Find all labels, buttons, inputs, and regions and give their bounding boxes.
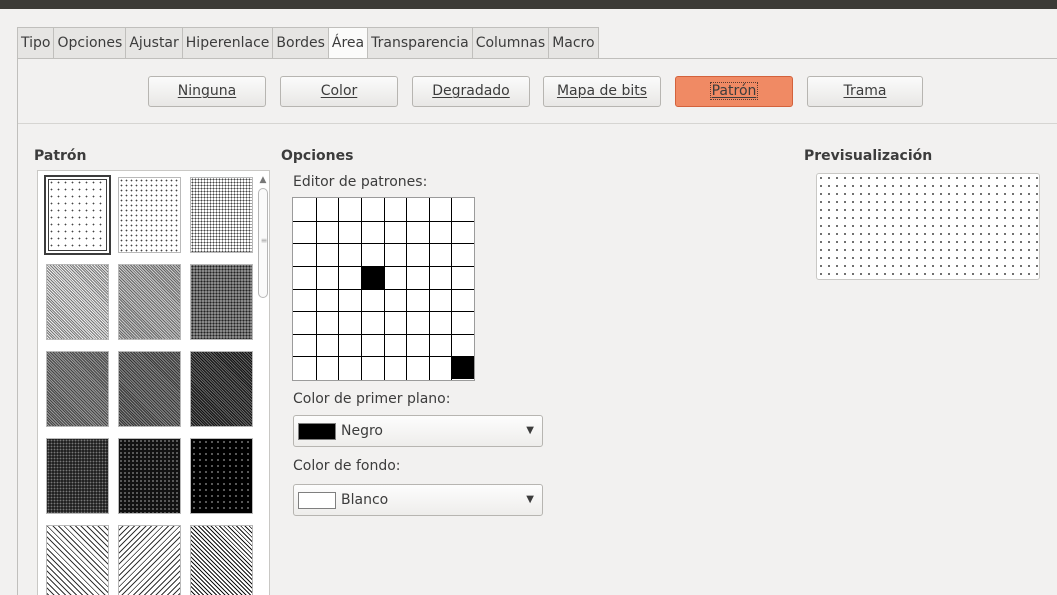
fill-hatch-button[interactable]: Trama	[807, 76, 923, 107]
pattern-swatch[interactable]	[46, 438, 109, 514]
grid-line	[293, 356, 474, 358]
pattern-swatch[interactable]	[46, 351, 109, 427]
pattern-cell-filled[interactable]	[451, 356, 474, 379]
pattern-editor-grid[interactable]	[292, 197, 475, 381]
grip-icon: ≡	[260, 236, 268, 245]
pattern-editor-label: Editor de patrones:	[293, 174, 428, 190]
pattern-swatch[interactable]	[44, 175, 111, 255]
fill-color-button[interactable]: Color	[280, 76, 398, 107]
fill-pattern-button[interactable]: Patrón	[675, 76, 793, 107]
foreground-color-label: Color de primer plano:	[293, 391, 451, 407]
pattern-swatch[interactable]	[118, 438, 181, 514]
grid-line	[293, 311, 474, 313]
pattern-swatch[interactable]	[118, 264, 181, 340]
tab-ajustar[interactable]: Ajustar	[125, 27, 183, 58]
background-color-label: Color de fondo:	[293, 458, 401, 474]
grid-line	[428, 198, 430, 380]
pattern-heading: Patrón	[34, 148, 87, 164]
foreground-color-swatch	[298, 423, 336, 440]
grid-line	[406, 198, 408, 380]
tab-area[interactable]: Área	[327, 27, 369, 59]
preview-heading: Previsualización	[804, 148, 933, 164]
pattern-swatch[interactable]	[190, 177, 253, 253]
tab-transparencia[interactable]: Transparencia	[367, 27, 473, 58]
foreground-color-value: Negro	[341, 423, 383, 439]
tab-bar: Tipo Opciones Ajustar Hiperenlace Bordes…	[17, 27, 599, 59]
tab-columnas[interactable]: Columnas	[471, 27, 550, 58]
grid-line	[451, 198, 453, 380]
pattern-swatch[interactable]	[190, 438, 253, 514]
pattern-swatch[interactable]	[118, 525, 181, 595]
fill-none-label: Ninguna	[177, 83, 237, 99]
foreground-color-select[interactable]: Negro ▼	[293, 415, 543, 447]
fill-color-label: Color	[320, 83, 358, 99]
fill-gradient-label: Degradado	[432, 83, 510, 99]
chevron-down-icon: ▼	[526, 425, 534, 436]
pattern-swatch[interactable]	[190, 525, 253, 595]
pattern-swatch[interactable]	[118, 177, 181, 253]
scroll-thumb[interactable]: ≡	[258, 188, 268, 298]
tab-bordes[interactable]: Bordes	[272, 27, 329, 58]
pattern-swatch[interactable]	[46, 525, 109, 595]
separator	[18, 123, 1057, 124]
pattern-swatch[interactable]	[46, 264, 109, 340]
options-heading: Opciones	[281, 148, 354, 164]
pattern-swatch[interactable]	[190, 351, 253, 427]
background-color-select[interactable]: Blanco ▼	[293, 484, 543, 516]
pattern-swatch[interactable]	[118, 351, 181, 427]
tab-hiperenlace[interactable]: Hiperenlace	[181, 27, 274, 58]
tab-opciones[interactable]: Opciones	[53, 27, 127, 58]
window-top-bar	[0, 0, 1057, 9]
fill-gradient-button[interactable]: Degradado	[412, 76, 530, 107]
pattern-swatch[interactable]	[190, 264, 253, 340]
background-color-swatch	[298, 492, 336, 509]
scroll-up-icon[interactable]: ▲	[257, 174, 269, 186]
grid-line	[293, 288, 474, 290]
background-color-value: Blanco	[341, 492, 389, 508]
fill-none-button[interactable]: Ninguna	[148, 76, 266, 107]
pattern-preview	[816, 173, 1040, 280]
tab-tipo[interactable]: Tipo	[17, 27, 55, 58]
pattern-list-scrollbar[interactable]: ▲ ≡	[257, 172, 269, 595]
fill-bitmap-label: Mapa de bits	[556, 83, 648, 99]
grid-line	[293, 333, 474, 335]
fill-bitmap-button[interactable]: Mapa de bits	[543, 76, 661, 107]
fill-hatch-label: Trama	[843, 83, 887, 99]
pattern-list[interactable]	[37, 170, 270, 595]
chevron-down-icon: ▼	[526, 494, 534, 505]
fill-pattern-label: Patrón	[709, 82, 759, 100]
tab-macro[interactable]: Macro	[548, 27, 599, 58]
pattern-cell-filled[interactable]	[360, 265, 384, 289]
